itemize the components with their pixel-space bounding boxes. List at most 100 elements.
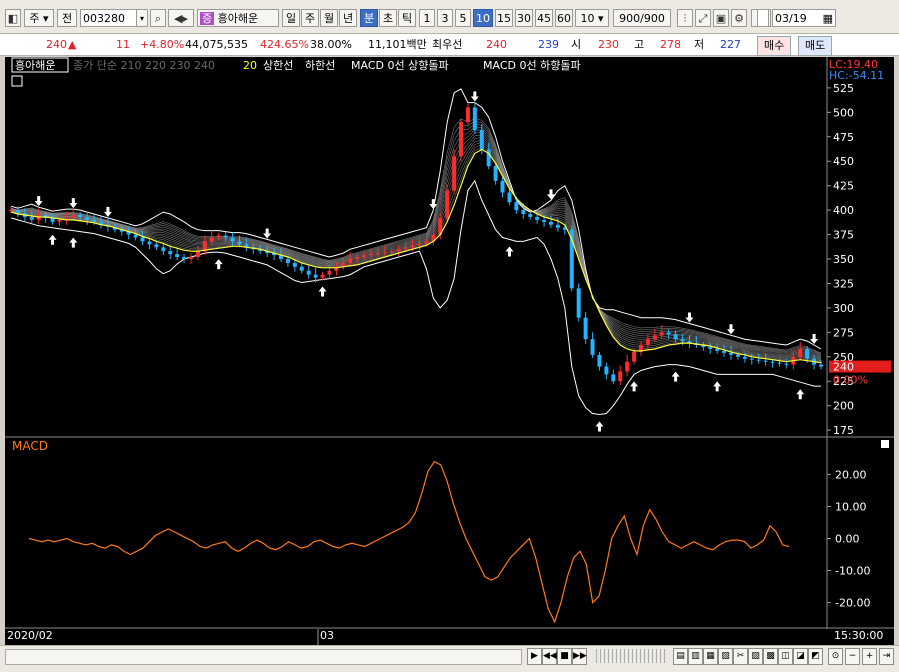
tool-10-icon[interactable]: ◩ xyxy=(808,648,823,665)
time-label: 15:30:00 xyxy=(834,629,883,642)
period-month-button[interactable]: 월 xyxy=(320,9,338,27)
rewind-icon[interactable]: ◀◀ xyxy=(542,648,557,665)
candle-body xyxy=(369,254,373,256)
candle-body xyxy=(375,253,380,255)
sell-signal-arrow xyxy=(263,228,272,239)
price-tick-label: 475 xyxy=(833,131,854,144)
chart-type-icon[interactable]: ⫶ xyxy=(677,9,693,27)
candle-body xyxy=(168,251,173,255)
interval-3-button[interactable]: 3 xyxy=(437,9,453,27)
zoom-out-icon[interactable]: − xyxy=(845,648,860,665)
tool-7-icon[interactable]: ▩ xyxy=(763,648,778,665)
candle-body xyxy=(154,244,159,248)
zoom-in-icon[interactable]: + xyxy=(862,648,877,665)
sell-button[interactable]: 매도 xyxy=(798,36,833,56)
date-checkbox[interactable] xyxy=(757,9,769,27)
candle-body xyxy=(230,237,235,242)
volume-ratio: 424.65% xyxy=(260,38,309,51)
period-day-button[interactable]: 일 xyxy=(282,9,300,27)
interval-10-button[interactable]: 10 xyxy=(473,9,493,27)
candle-body xyxy=(611,374,616,382)
sell-signal-arrow xyxy=(470,91,479,102)
interval-1-button[interactable]: 1 xyxy=(419,9,435,27)
zoom-slider[interactable] xyxy=(596,649,666,663)
candle-body xyxy=(237,241,242,245)
candle-body xyxy=(632,351,637,362)
code-dropdown-icon[interactable]: ▾ xyxy=(136,9,148,27)
candle-body xyxy=(306,270,311,275)
gear-icon[interactable]: ⚙ xyxy=(731,9,747,27)
candle-body xyxy=(819,364,823,367)
interval-5-button[interactable]: 5 xyxy=(455,9,471,27)
stock-chart[interactable]: 1752002252502753003253503754004254504755… xyxy=(5,57,894,645)
buy-button[interactable]: 매수 xyxy=(757,36,792,56)
tool-4-icon[interactable]: ▧ xyxy=(718,648,733,665)
sell-signal-arrow xyxy=(34,196,43,207)
tool-1-icon[interactable]: ▤ xyxy=(673,648,688,665)
stock-name-box[interactable]: 증 흥아해운 xyxy=(197,9,279,27)
play-icon[interactable]: ▶ xyxy=(527,648,542,665)
x-label-start: 2020/02 xyxy=(7,629,53,642)
candle-body xyxy=(493,166,498,181)
market-select[interactable]: 주 ▾ xyxy=(24,9,54,27)
type-tick-button[interactable]: 틱 xyxy=(398,9,416,27)
ma-fan-line xyxy=(10,141,822,361)
save-icon[interactable]: ▣ xyxy=(713,9,729,27)
forward-icon[interactable]: ▶▶ xyxy=(572,648,587,665)
candle-body xyxy=(784,363,789,365)
tool-2-icon[interactable]: ▥ xyxy=(688,648,703,665)
change-percent: +4.80% xyxy=(140,38,185,51)
current-price-tag: 240 xyxy=(833,361,854,374)
low-label: 저 xyxy=(694,38,705,51)
price-tick-label: 375 xyxy=(833,229,854,242)
interval-30-button[interactable]: 30 xyxy=(515,9,533,27)
candle-body xyxy=(535,216,540,220)
interval-45-button[interactable]: 45 xyxy=(535,9,553,27)
search-icon[interactable]: ⌕ xyxy=(150,9,166,27)
tool-8-icon[interactable]: ◫ xyxy=(778,648,793,665)
macd-tick-label: 0.00 xyxy=(835,533,860,546)
speaker-icon[interactable]: ◀▸ xyxy=(168,9,194,27)
interval-60-button[interactable]: 60 xyxy=(555,9,573,27)
candle-body xyxy=(507,192,512,203)
tool-3-icon[interactable]: ▦ xyxy=(703,648,718,665)
candle-body xyxy=(410,245,415,248)
buy-signal-arrow xyxy=(214,259,223,270)
chart-menu-icon[interactable]: ◧ xyxy=(5,9,21,27)
candle-body xyxy=(209,237,214,242)
candle-body xyxy=(729,352,733,355)
horizontal-scrollbar[interactable] xyxy=(5,649,522,665)
ma-fan-line xyxy=(10,144,822,362)
prev-button[interactable]: 전 xyxy=(57,9,77,27)
zoom-reset-icon[interactable]: ⊙ xyxy=(828,648,843,665)
candle-body xyxy=(680,339,685,342)
buy-signal-arrow xyxy=(630,381,639,392)
quote-bar: 240 ▲ 11 +4.80% 44,075,535 424.65% 38.00… xyxy=(0,34,899,56)
candle-body xyxy=(798,348,803,357)
count-display[interactable]: 900/900 xyxy=(613,9,671,27)
tool-5-icon[interactable]: ✂ xyxy=(733,648,748,665)
tool-9-icon[interactable]: ◪ xyxy=(793,648,808,665)
period-year-button[interactable]: 년 xyxy=(339,9,357,27)
stop-icon[interactable]: ■ xyxy=(557,648,572,665)
date-input[interactable]: 03/19 ▦ xyxy=(772,9,836,27)
macd-tick-label: -10.00 xyxy=(835,565,870,578)
candle-body xyxy=(85,216,90,220)
candle-body xyxy=(652,335,657,340)
price-tick-label: 300 xyxy=(833,302,854,315)
current-price: 240 xyxy=(46,38,67,51)
candle-body xyxy=(320,274,325,278)
interval-15-button[interactable]: 15 xyxy=(495,9,513,27)
turnover-rate: 38.00% xyxy=(310,38,352,51)
period-week-button[interactable]: 주 xyxy=(301,9,319,27)
candle-body xyxy=(292,262,297,267)
tool-6-icon[interactable]: ▨ xyxy=(748,648,763,665)
type-minute-button[interactable]: 분 xyxy=(360,9,378,27)
type-second-button[interactable]: 초 xyxy=(379,9,397,27)
scroll-right-icon[interactable]: ⇥ xyxy=(879,648,894,665)
hc-readout: HC:-54.11 xyxy=(829,69,884,82)
date-value: 03/19 xyxy=(775,12,807,25)
draw-tool-icon[interactable]: ⤢ xyxy=(695,9,711,27)
interval-select[interactable]: 10 ▾ xyxy=(575,9,609,27)
ma20-line xyxy=(10,148,822,364)
